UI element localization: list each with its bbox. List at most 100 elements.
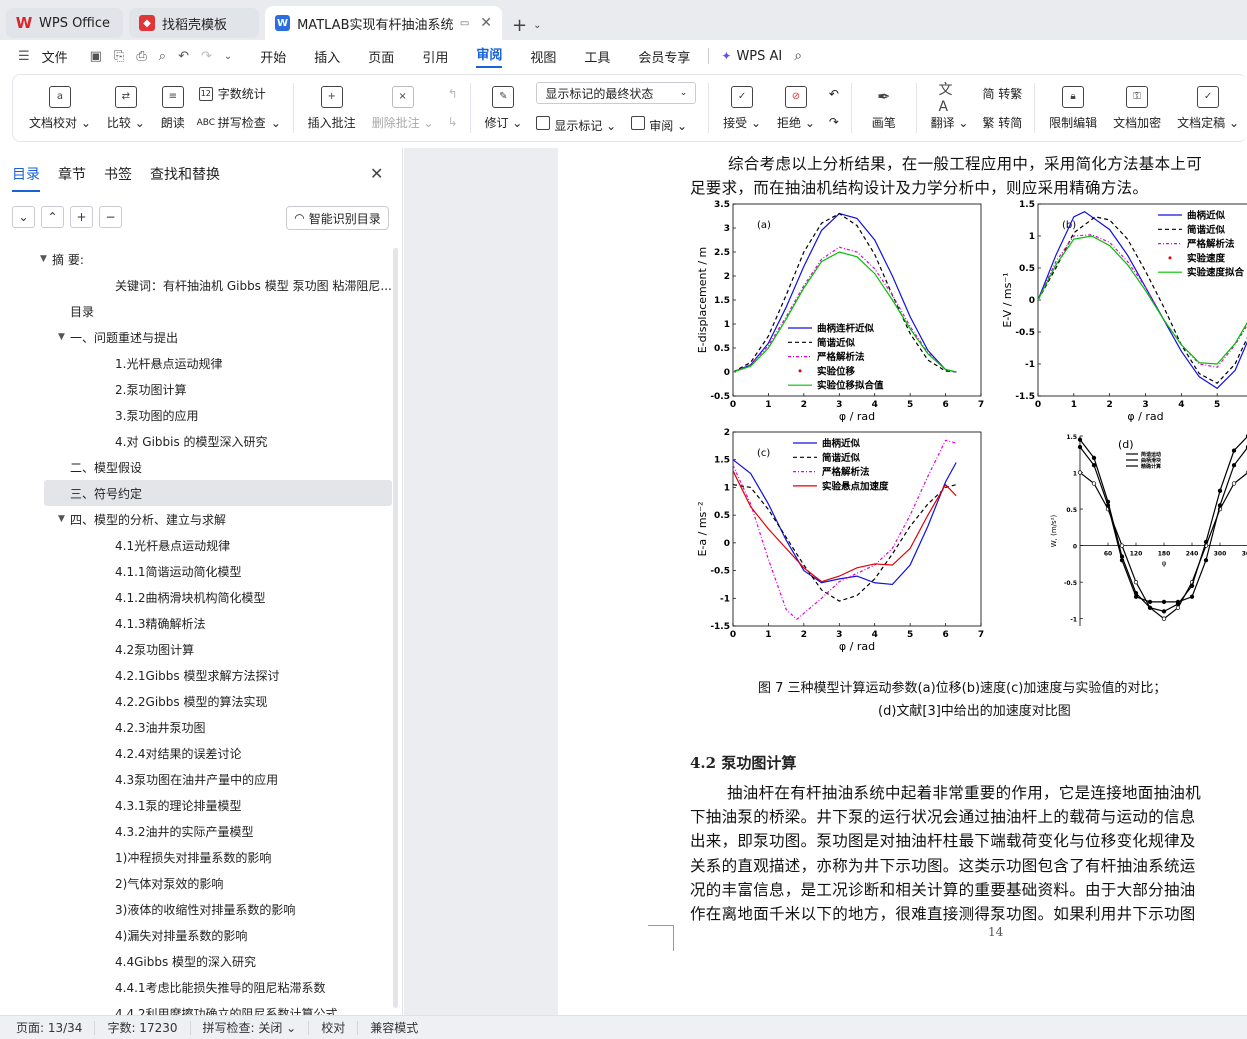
- add-heading-button[interactable]: +: [70, 206, 93, 228]
- toc-item[interactable]: 4.4.1考虑比能损失推导的阻尼粘滞系数: [0, 974, 392, 1000]
- tab-bookmark[interactable]: 书签: [104, 164, 132, 192]
- insert-comment-button[interactable]: + 插入批注: [300, 78, 364, 138]
- toc-item[interactable]: 4.2.1Gibbs 模型求解方法探讨: [0, 662, 392, 688]
- remove-heading-button[interactable]: −: [99, 206, 122, 228]
- restrict-edit-button[interactable]: 🔒︎ 限制编辑: [1041, 78, 1105, 138]
- redo-icon[interactable]: ↷: [201, 49, 212, 64]
- menu-review[interactable]: 审阅: [476, 44, 503, 68]
- toc-item[interactable]: 4.1光杆悬点运动规律: [0, 532, 392, 558]
- menu-tools[interactable]: 工具: [584, 47, 610, 66]
- doc-check-button[interactable]: a 文档校对 ⌄: [13, 78, 99, 138]
- word-count[interactable]: 字数: 17230: [95, 1020, 191, 1035]
- print-preview-icon[interactable]: ⌕: [159, 49, 166, 64]
- toc-item[interactable]: 二、模型假设: [0, 454, 392, 480]
- prev-change-icon[interactable]: ↶: [829, 87, 839, 101]
- toc-item[interactable]: 关键词：有杆抽油机 Gibbs 模型 泵功图 粘滞阻尼...: [0, 272, 392, 298]
- encrypt-button[interactable]: ⚿ 文档加密: [1105, 78, 1169, 138]
- toc-item[interactable]: 1)冲程损失对排量系数的影响: [0, 844, 392, 870]
- file-menu[interactable]: 文件: [42, 47, 68, 66]
- more-icon[interactable]: ⌄: [224, 51, 232, 62]
- tab-wps-office[interactable]: W WPS Office: [6, 8, 123, 38]
- revise-button[interactable]: ✎ 修订 ⌄: [476, 78, 530, 138]
- toc-item[interactable]: 4.4Gibbs 模型的深入研究: [0, 948, 392, 974]
- toc-item[interactable]: 4.3泵功图在油井产量中的应用: [0, 766, 392, 792]
- toc-item[interactable]: 目录: [0, 298, 392, 324]
- tab-find-replace[interactable]: 查找和替换: [150, 164, 220, 192]
- read-aloud-button[interactable]: ≡ 朗读: [153, 78, 193, 138]
- menu-start[interactable]: 开始: [260, 47, 286, 66]
- toc-item[interactable]: 4.对 Gibbis 的模型深入研究: [0, 428, 392, 454]
- toc-item[interactable]: 4.3.1泵的理论排量模型: [0, 792, 392, 818]
- toc-item[interactable]: 3.泵功图的应用: [0, 402, 392, 428]
- tab-daoke[interactable]: ◆ 找稻壳模板: [129, 8, 259, 38]
- close-tab-icon[interactable]: ✕: [480, 15, 492, 31]
- to-traditional-button[interactable]: 简 转繁: [982, 85, 1022, 102]
- menu-wps-ai[interactable]: WPS AI: [736, 49, 782, 64]
- toc-item[interactable]: 4.3.2油井的实际产量模型: [0, 818, 392, 844]
- accept-button[interactable]: ✓ 接受 ⌄: [715, 78, 769, 138]
- menu-reference[interactable]: 引用: [422, 47, 448, 66]
- expand-arrow-icon[interactable]: ▼: [58, 514, 70, 524]
- menu-page[interactable]: 页面: [368, 47, 394, 66]
- pen-button[interactable]: ✒ 画笔: [858, 78, 910, 138]
- toc-item[interactable]: 4.4.2利用摩擦功确立的阻尼系数计算公式: [0, 1000, 392, 1017]
- delete-comment-button[interactable]: × 删除批注 ⌄: [364, 78, 442, 138]
- toc-item[interactable]: 4.1.1简谐运动简化模型: [0, 558, 392, 584]
- toc-item[interactable]: 三、符号约定: [44, 480, 392, 506]
- toc-item[interactable]: 4.2.3油井泵功图: [0, 714, 392, 740]
- wps-ai-icon[interactable]: ✦: [721, 49, 731, 63]
- compare-button[interactable]: ⇄ 比较 ⌄: [99, 78, 153, 138]
- hamburger-icon[interactable]: ☰: [18, 49, 30, 64]
- toc-item[interactable]: 4.1.2曲柄滑块机构简化模型: [0, 584, 392, 610]
- toc-item[interactable]: ▼ 摘 要:: [0, 246, 392, 272]
- smart-toc-button[interactable]: ◠ 智能识别目录: [286, 206, 389, 230]
- to-simplified-button[interactable]: 繁 转简: [982, 114, 1022, 131]
- next-change-icon[interactable]: ↷: [829, 115, 839, 129]
- menu-insert[interactable]: 插入: [314, 47, 340, 66]
- toc-item[interactable]: 3)液体的收缩性对排量系数的影响: [0, 896, 392, 922]
- chevron-down-icon[interactable]: ⌄: [533, 20, 541, 31]
- review-pane-button[interactable]: 审阅 ⌄: [631, 116, 687, 134]
- proof-button[interactable]: 校对: [309, 1020, 359, 1035]
- translate-button[interactable]: 文A 翻译 ⌄: [923, 78, 977, 138]
- toc-item[interactable]: 4.2.2Gibbs 模型的算法实现: [0, 688, 392, 714]
- save-icon[interactable]: ▣: [90, 49, 102, 64]
- spell-check-button[interactable]: ABC 拼写检查 ⌄: [197, 114, 281, 131]
- prev-comment-icon[interactable]: ↰: [448, 87, 458, 101]
- tab-document[interactable]: W MATLAB实现有杆抽油系统的 ▭ ✕: [265, 6, 502, 40]
- next-comment-icon[interactable]: ↳: [448, 115, 458, 129]
- toc-item[interactable]: ▼ 四、模型的分析、建立与求解: [0, 506, 392, 532]
- export-icon[interactable]: ⎘: [114, 49, 124, 64]
- tab-chapter[interactable]: 章节: [58, 164, 86, 192]
- close-icon[interactable]: ✕: [370, 164, 383, 183]
- monitor-icon[interactable]: ▭: [460, 18, 469, 29]
- markup-state-select[interactable]: 显示标记的最终状态 ⌄: [536, 82, 697, 104]
- menu-member[interactable]: 会员专享: [638, 47, 690, 66]
- expand-arrow-icon[interactable]: ▼: [40, 254, 52, 264]
- compare-icon: ⇄: [114, 85, 137, 108]
- tab-toc[interactable]: 目录: [12, 164, 40, 192]
- print-icon[interactable]: ⎙: [136, 49, 146, 64]
- toc-item[interactable]: 1.光杆悬点运动规律: [0, 350, 392, 376]
- toc-item[interactable]: 4.2泵功图计算: [0, 636, 392, 662]
- search-icon[interactable]: ⌕: [794, 48, 802, 64]
- collapse-up-button[interactable]: ⌃: [41, 206, 64, 228]
- show-markup-button[interactable]: 显示标记 ⌄: [536, 116, 616, 134]
- page-indicator[interactable]: 页面: 13/34: [0, 1020, 96, 1035]
- toc-item[interactable]: 4.1.3精确解析法: [0, 610, 392, 636]
- new-tab-button[interactable]: + ⌄: [512, 10, 541, 40]
- scrollbar[interactable]: [393, 248, 398, 1008]
- toc-item[interactable]: 4)漏失对排量系数的影响: [0, 922, 392, 948]
- undo-icon[interactable]: ↶: [178, 49, 189, 64]
- reject-button[interactable]: ⊘ 拒绝 ⌄: [769, 78, 823, 138]
- word-count-button[interactable]: 12 字数统计: [198, 85, 281, 102]
- collapse-down-button[interactable]: ⌄: [12, 206, 35, 228]
- menu-view[interactable]: 视图: [530, 47, 556, 66]
- spell-check-status[interactable]: 拼写检查: 关闭 ⌄: [191, 1020, 310, 1035]
- finalize-button[interactable]: ✓ 文档定稿 ⌄: [1169, 78, 1247, 138]
- expand-arrow-icon[interactable]: ▼: [58, 332, 70, 342]
- toc-item[interactable]: 4.2.4对结果的误差讨论: [0, 740, 392, 766]
- toc-item[interactable]: 2.泵功图计算: [0, 376, 392, 402]
- toc-item[interactable]: ▼ 一、问题重述与提出: [0, 324, 392, 350]
- toc-item[interactable]: 2)气体对泵效的影响: [0, 870, 392, 896]
